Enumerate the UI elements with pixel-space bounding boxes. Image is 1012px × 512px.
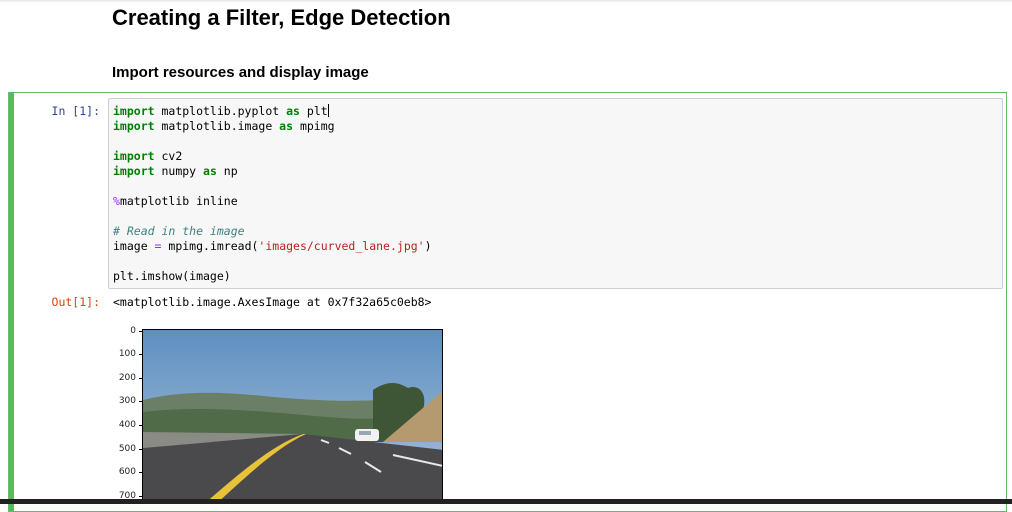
code-line: import numpy as np [113, 164, 432, 179]
code-line: import cv2 [113, 149, 432, 164]
image-plot: 0 100 200 300 400 500 600 700 [112, 322, 452, 504]
output-text: <matplotlib.image.AxesImage at 0x7f32a65… [113, 295, 432, 309]
y-tick-label: 0 [130, 326, 136, 336]
keyword: import [113, 164, 155, 178]
taskbar-edge [0, 499, 1012, 504]
y-tick-label: 200 [118, 373, 136, 383]
y-tick-label: 600 [118, 467, 136, 477]
code-line: import matplotlib.pyplot as plt [113, 104, 432, 119]
keyword: import [113, 104, 155, 118]
keyword: as [286, 104, 300, 118]
keyword: import [113, 149, 155, 163]
y-tick-label: 300 [118, 396, 136, 406]
code-line: %matplotlib inline [113, 194, 432, 209]
code-text: matplotlib inline [119, 194, 238, 208]
keyword: import [113, 119, 155, 133]
string-literal: 'images/curved_lane.jpg' [258, 239, 425, 253]
code-text: mpimg.imread( [161, 239, 259, 253]
code-text: cv2 [154, 149, 183, 163]
code-comment: # Read in the image [113, 224, 245, 238]
code-line: image = mpimg.imread('images/curved_lane… [113, 239, 432, 254]
y-tick-label: 400 [118, 420, 136, 430]
road-image [143, 330, 442, 503]
code-text: mpimg [293, 119, 335, 133]
code-text: matplotlib.pyplot [154, 104, 287, 118]
code-block[interactable]: import matplotlib.pyplot as plt import m… [113, 104, 432, 284]
code-line: plt.imshow(image) [113, 269, 432, 284]
output-prompt: Out[1]: [51, 295, 100, 309]
y-tick-label: 100 [118, 349, 136, 359]
text-cursor [327, 104, 329, 117]
page-title: Creating a Filter, Edge Detection [112, 5, 451, 30]
code-text: ) [424, 239, 432, 253]
car-window [359, 431, 371, 435]
section-heading: Import resources and display image [112, 64, 369, 81]
y-tick-label: 500 [118, 444, 136, 454]
code-text: plt [299, 104, 328, 118]
code-text: matplotlib.image [154, 119, 280, 133]
keyword: as [279, 119, 294, 133]
code-text: numpy [154, 164, 204, 178]
keyword: as [203, 164, 217, 178]
code-text: image [113, 239, 155, 253]
code-text: np [216, 164, 238, 178]
input-prompt: In [1]: [51, 104, 100, 118]
code-line: # Read in the image [113, 224, 432, 239]
code-text: plt.imshow(image) [113, 269, 231, 283]
code-line: import matplotlib.image as mpimg [113, 119, 432, 134]
magic-symbol: % [113, 194, 120, 208]
image-axes [142, 329, 443, 504]
